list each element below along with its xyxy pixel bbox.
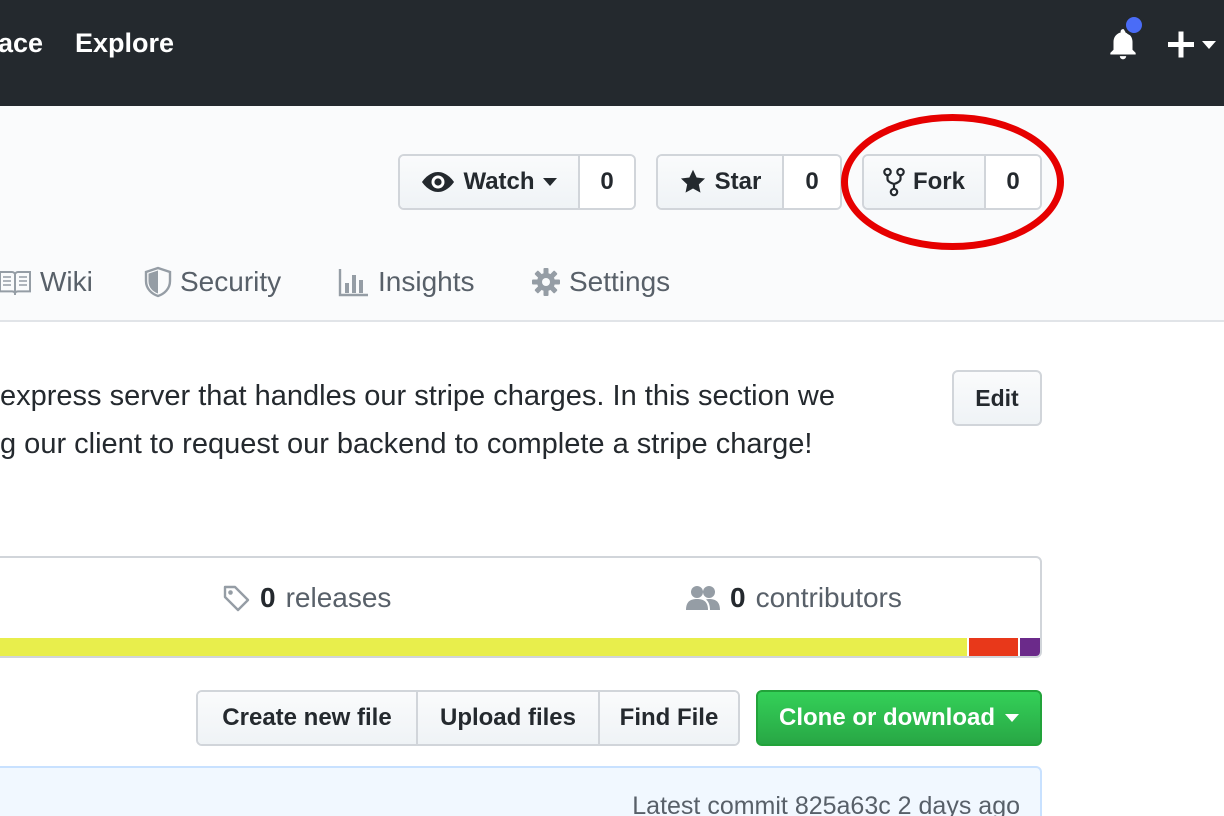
shield-icon — [144, 266, 172, 298]
find-file-button[interactable]: Find File — [600, 692, 738, 744]
gear-icon — [532, 268, 560, 296]
language-bar-segment — [1018, 638, 1040, 656]
watch-label: Watch — [463, 168, 535, 195]
graph-icon — [338, 269, 368, 297]
tag-icon — [223, 585, 250, 612]
tab-label: Security — [180, 266, 282, 297]
contributors-count: 0 — [730, 582, 746, 613]
releases-link[interactable]: 0 releases — [222, 582, 391, 614]
star-button-group: Star 0 — [656, 154, 842, 210]
eye-icon — [422, 172, 455, 192]
nav-link-explore[interactable]: Explore — [75, 28, 174, 59]
nav-link-marketplace[interactable]: ace — [0, 28, 43, 59]
tab-label: Insights — [378, 266, 475, 297]
language-bar-segment — [966, 638, 1019, 656]
plus-icon — [1168, 31, 1216, 58]
clone-label: Clone or download — [779, 704, 995, 731]
language-bar[interactable] — [0, 638, 1040, 656]
tab-settings[interactable]: Settings — [531, 262, 670, 302]
people-icon — [686, 586, 720, 610]
watch-button-group: Watch 0 — [398, 154, 636, 210]
chevron-down-icon — [542, 178, 557, 186]
tab-insights[interactable]: Insights — [338, 262, 475, 302]
top-nav: ace Explore — [0, 0, 1224, 106]
star-icon — [680, 169, 705, 193]
tab-security[interactable]: Security — [144, 262, 281, 302]
releases-count: 0 — [260, 582, 276, 613]
contributors-link[interactable]: 0 contributors — [686, 582, 902, 614]
tab-label: Wiki — [40, 266, 93, 297]
fork-button-group: Fork 0 — [862, 154, 1042, 210]
repo-header: Watch 0 Star 0 Fork 0 Wiki Security Insi… — [0, 106, 1224, 322]
create-new-file-button[interactable]: Create new file — [198, 692, 418, 744]
star-label: Star — [714, 168, 762, 195]
releases-label: releases — [285, 582, 392, 613]
create-new-dropdown[interactable] — [1164, 28, 1220, 62]
repo-description: express server that handles our stripe c… — [0, 372, 940, 468]
fork-count[interactable]: 0 — [986, 156, 1040, 208]
edit-description-button[interactable]: Edit — [952, 370, 1042, 426]
latest-commit-text[interactable]: Latest commit 825a63c 2 days ago — [632, 792, 1020, 816]
tab-wiki[interactable]: Wiki — [0, 262, 93, 302]
description-line-2: g our client to request our backend to c… — [0, 428, 813, 460]
clone-or-download-button[interactable]: Clone or download — [756, 690, 1042, 746]
book-icon — [0, 271, 31, 295]
description-line-1: express server that handles our stripe c… — [0, 380, 835, 412]
notification-indicator — [1123, 14, 1145, 36]
tab-label: Settings — [569, 266, 671, 297]
repo-stats-box: 0 releases 0 contributors — [0, 556, 1042, 658]
star-button[interactable]: Star — [658, 156, 784, 208]
repo-forked-icon — [883, 167, 905, 197]
file-actions-group: Create new file Upload files Find File — [196, 690, 740, 746]
fork-label: Fork — [912, 168, 965, 195]
watch-button[interactable]: Watch — [400, 156, 580, 208]
watch-count[interactable]: 0 — [580, 156, 634, 208]
chevron-down-icon — [1005, 714, 1019, 722]
upload-files-button[interactable]: Upload files — [418, 692, 600, 744]
contributors-label: contributors — [755, 582, 902, 613]
star-count[interactable]: 0 — [784, 156, 840, 208]
latest-commit-bar: Latest commit 825a63c 2 days ago — [0, 766, 1042, 816]
language-bar-segment — [0, 638, 967, 656]
fork-button[interactable]: Fork — [864, 156, 986, 208]
